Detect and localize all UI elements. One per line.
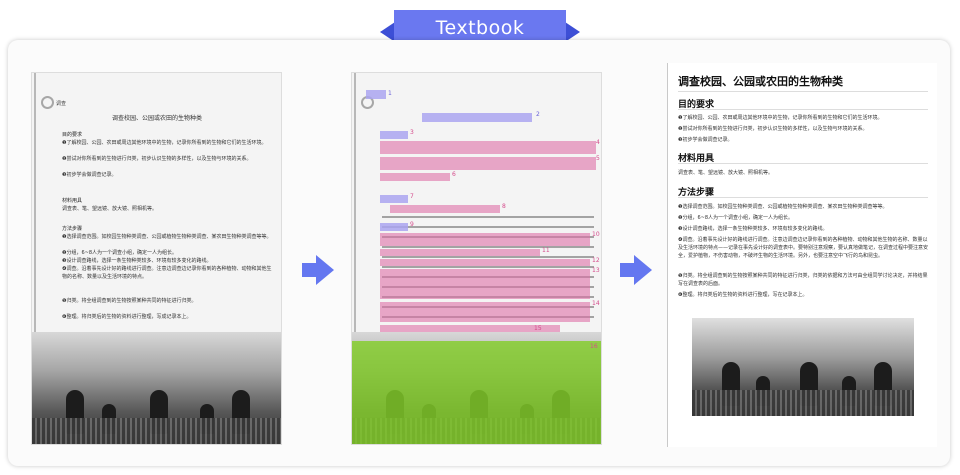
divider xyxy=(678,163,928,164)
layout-block-title xyxy=(380,223,408,231)
section-icon xyxy=(41,96,54,109)
block-number: 4 xyxy=(596,139,600,146)
divider xyxy=(678,91,928,92)
block-number: 2 xyxy=(536,111,540,118)
block-number: 14 xyxy=(592,300,600,307)
steps-row-2: ❷分组，6~8人为一个调查小组，确定一人为组长。 xyxy=(62,250,178,256)
block-number: 6 xyxy=(452,171,456,178)
output-title: 调查校园、公园或农田的生物种类 xyxy=(678,75,843,88)
parsed-output-page: 调查校园、公园或农田的生物种类 目的要求 ❶了解校园、公园、农田或周边其他环境中… xyxy=(667,63,937,447)
steps-row-5: ❺归类。将全组调查到的生物按照某种共同的特征进行归类。 xyxy=(62,298,197,304)
block-number: 16 xyxy=(590,343,598,350)
layout-block-text xyxy=(380,269,590,299)
divider xyxy=(678,109,928,110)
field-photo xyxy=(32,332,281,444)
output-para: ❶了解校园、公园、农田或周边其他环境中的生物，记录你所看到的生物和它们的生活环境… xyxy=(678,115,883,121)
original-page: 调查 调查校园、公园或农田的生物种类 目的要求 ❶了解校园、公园、农田或周边其他… xyxy=(31,72,282,445)
layout-block-text xyxy=(380,249,540,256)
block-number: 11 xyxy=(542,247,550,254)
block-number: 13 xyxy=(592,267,600,274)
output-para: ❷尝试对你所看到的生物进行归类，初步认识生物的多样性，以及生物与环境的关系。 xyxy=(678,126,868,132)
photo-grass xyxy=(32,418,281,444)
materials-row: 调查表、笔、望远镜、放大镜、照相机等。 xyxy=(62,206,158,212)
layout-block-title xyxy=(366,90,386,99)
heading-materials: 材料用具 xyxy=(62,198,83,204)
layout-block-text xyxy=(380,233,590,246)
divider xyxy=(678,197,928,198)
heading-steps: 方法步骤 xyxy=(62,226,83,232)
steps-row-6: ❻整理。将归类后的生物的资料进行整理，写成记录本上。 xyxy=(62,314,192,320)
layout-block-title xyxy=(380,195,408,203)
purpose-row-1: ❶了解校园、公园、农田或周边其他环境中的生物，记录你所看到的生物和它们的生活环境… xyxy=(62,140,267,146)
output-para: ❹调查。沿着事先设计好的路线进行调查。注意边调查边记录你看到的各种植物、动物和其… xyxy=(678,237,929,259)
output-para: ❻整理。将归类后的生物的资料进行整理，写在记录本上。 xyxy=(678,292,808,298)
output-para: ❶选择调查范围。如校园生物种类调查、公园或植物生物种类调查、某农田生物种类调查等… xyxy=(678,204,888,210)
layout-detection-page: 1 2 3 4 5 6 7 8 9 10 11 12 13 14 15 16 xyxy=(351,72,602,445)
output-para: ❷分组，6~8人为一个调查小组，确定一人为组长。 xyxy=(678,215,794,221)
block-number: 5 xyxy=(596,155,600,162)
layout-block-title xyxy=(422,113,532,122)
output-photo xyxy=(692,318,914,416)
purpose-row-2: ❷尝试对你所看到的生物进行归类，初步认识生物的多样性，以及生物与环境的关系。 xyxy=(62,156,252,162)
arrow-right-icon xyxy=(620,255,654,285)
layout-block-text xyxy=(380,302,590,322)
layout-block-title xyxy=(380,131,408,139)
block-number: 15 xyxy=(534,325,542,332)
output-para: ❸设计调查路线，选择一条生物种类较多、环境有较多变化的路线。 xyxy=(678,226,828,232)
layout-block-figure xyxy=(352,341,601,444)
block-number: 7 xyxy=(410,193,414,200)
layout-block-text xyxy=(380,259,590,266)
steps-row-1: ❶选择调查范围。如校园生物种类调查、公园或植物生物种类调查、某农田生物种类调查等… xyxy=(62,234,272,240)
layout-block-text xyxy=(380,141,596,154)
output-para: ❸初步学会做调查记录。 xyxy=(678,137,733,143)
block-number: 1 xyxy=(388,90,392,97)
block-number: 9 xyxy=(410,221,414,228)
steps-row-3: ❸设计调查路线，选择一条生物种类较多、环境有较多变化的路线。 xyxy=(62,258,212,264)
block-number: 8 xyxy=(502,203,506,210)
heading-purpose: 目的要求 xyxy=(62,132,83,138)
block-number: 10 xyxy=(592,231,600,238)
arrow-right-icon xyxy=(302,255,336,285)
output-para: ❺归类。将全组调查到的生物按照某种共同的特征进行归类，归类的依据和方法可由全组同… xyxy=(678,273,928,287)
block-number: 12 xyxy=(592,257,600,264)
steps-row-4: ❹调查。沿着事先设计好的路线进行调查。注意边调查边记录你看到的各种植物、动物和其… xyxy=(62,266,272,280)
page-title: 调查校园、公园或农田的生物种类 xyxy=(111,115,202,122)
block-number: 3 xyxy=(410,129,414,136)
purpose-row-3: ❸初步学会做调查记录。 xyxy=(62,172,117,178)
output-para: 调查表、笔、望远镜、放大镜、照相机等。 xyxy=(678,170,774,176)
photo-grass xyxy=(692,390,914,416)
layout-block-text xyxy=(390,205,500,213)
layout-block-text xyxy=(380,173,450,181)
section-icon-label: 调查 xyxy=(56,101,67,107)
layout-block-text xyxy=(380,157,596,170)
